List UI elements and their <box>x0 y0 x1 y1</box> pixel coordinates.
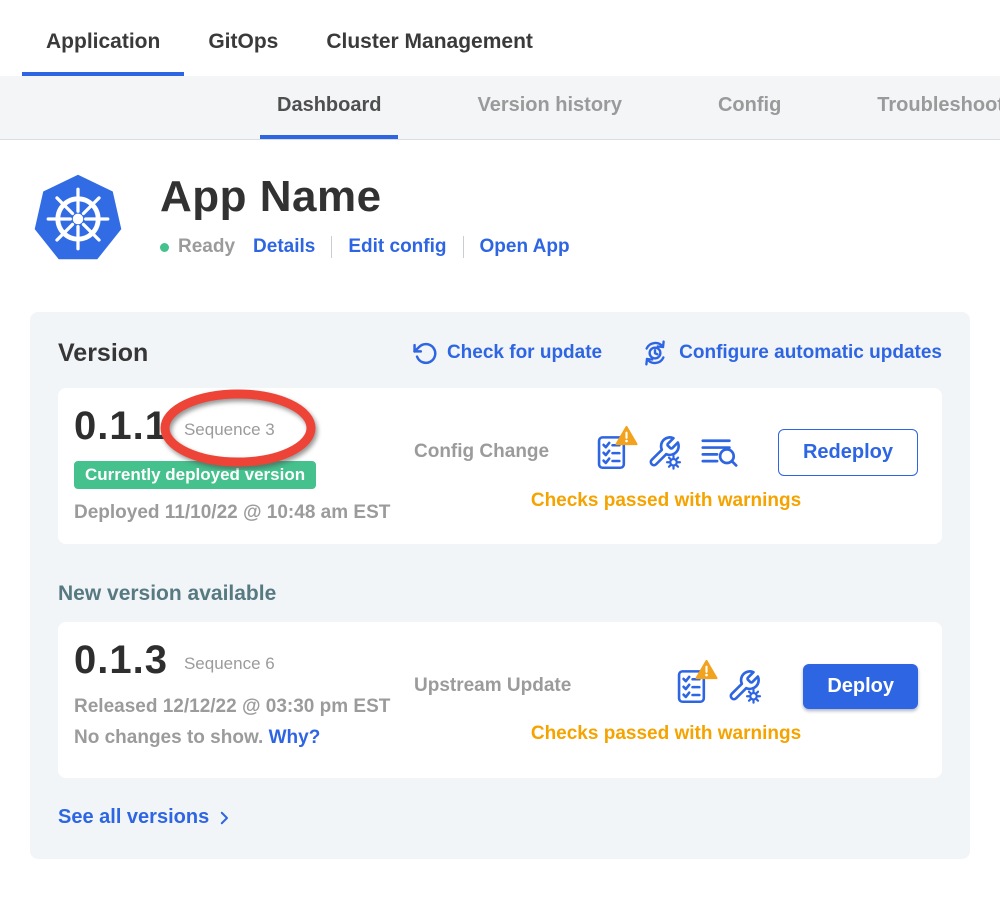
current-version-number: 0.1.1 <box>74 404 168 449</box>
checks-status: Checks passed with warnings <box>414 490 918 512</box>
tab-dashboard[interactable]: Dashboard <box>260 76 398 139</box>
top-nav: Application GitOps Cluster Management <box>0 0 1000 76</box>
wrench-gear-icon <box>725 667 763 705</box>
details-link[interactable]: Details <box>253 236 315 258</box>
current-sequence-label: Sequence 3 <box>184 420 275 440</box>
edit-config-link[interactable]: Edit config <box>348 236 446 258</box>
available-version-card: 0.1.3 Sequence 6 Released 12/12/22 @ 03:… <box>58 622 942 778</box>
version-section-title: Version <box>58 339 148 368</box>
see-all-versions-label: See all versions <box>58 806 209 829</box>
available-sequence-label: Sequence 6 <box>184 654 275 674</box>
version-source-label: Upstream Update <box>414 675 571 697</box>
check-for-update-label: Check for update <box>447 342 602 364</box>
tab-config[interactable]: Config <box>701 76 798 139</box>
no-changes-text: No changes to show. <box>74 727 263 748</box>
redeploy-button[interactable]: Redeploy <box>778 429 918 476</box>
schedule-update-icon <box>640 338 670 368</box>
file-search-icon <box>701 437 738 468</box>
divider <box>331 236 332 258</box>
tab-troubleshoot[interactable]: Troubleshoot <box>860 76 1000 139</box>
wrench-gear-icon <box>645 433 683 471</box>
current-version-card: 0.1.1 Sequence 3 Currently deployed vers… <box>58 388 942 544</box>
released-timestamp: Released 12/12/22 @ 03:30 pm EST <box>74 696 414 718</box>
view-config-button[interactable] <box>645 433 683 471</box>
preflight-checks-button[interactable] <box>597 434 627 470</box>
version-section: Version Check for update Configure <box>30 312 970 859</box>
why-link[interactable]: Why? <box>269 727 321 748</box>
sub-nav: Dashboard Version history Config Trouble… <box>0 76 1000 140</box>
new-version-heading: New version available <box>58 582 942 606</box>
see-all-versions-link[interactable]: See all versions <box>58 806 233 829</box>
refresh-icon <box>413 341 438 366</box>
open-app-link[interactable]: Open App <box>480 236 570 258</box>
chevron-right-icon <box>215 809 233 827</box>
page-title: App Name <box>160 172 570 222</box>
app-header: App Name Ready Details Edit config Open … <box>30 170 1000 266</box>
tab-cluster-management[interactable]: Cluster Management <box>302 12 557 76</box>
tab-gitops[interactable]: GitOps <box>184 12 302 76</box>
view-diff-button[interactable] <box>701 437 738 468</box>
preflight-checks-button[interactable] <box>677 668 707 704</box>
status-label: Ready <box>178 236 235 258</box>
warning-triangle-icon <box>695 659 718 680</box>
warning-triangle-icon <box>615 425 638 446</box>
check-for-update-button[interactable]: Check for update <box>413 341 602 366</box>
divider <box>463 236 464 258</box>
tab-version-history[interactable]: Version history <box>460 76 639 139</box>
configure-automatic-updates-button[interactable]: Configure automatic updates <box>640 338 942 368</box>
deployed-timestamp: Deployed 11/10/22 @ 10:48 am EST <box>74 502 414 524</box>
status-dot <box>160 243 169 252</box>
version-source-label: Config Change <box>414 441 549 463</box>
tab-application[interactable]: Application <box>22 12 184 76</box>
kubernetes-logo-icon <box>30 170 126 266</box>
checks-status: Checks passed with warnings <box>414 723 918 745</box>
configure-automatic-updates-label: Configure automatic updates <box>679 342 942 364</box>
view-config-button[interactable] <box>725 667 763 705</box>
available-version-number: 0.1.3 <box>74 638 168 683</box>
deploy-button[interactable]: Deploy <box>803 664 918 709</box>
currently-deployed-badge: Currently deployed version <box>74 461 316 489</box>
